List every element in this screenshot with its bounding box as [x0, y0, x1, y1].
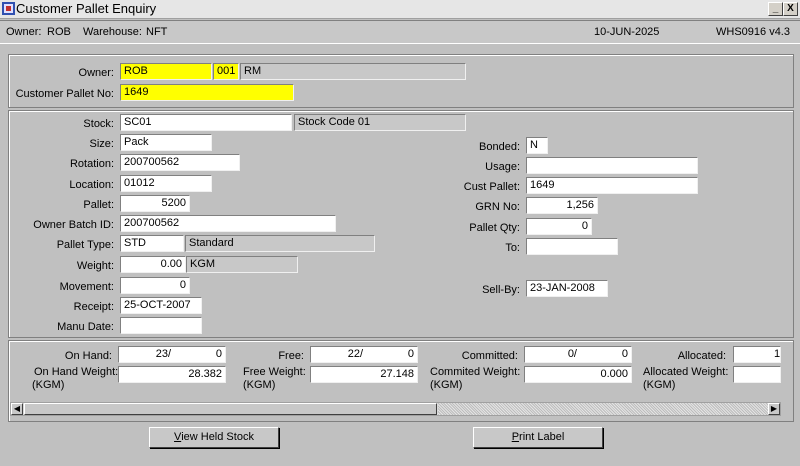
- size-label: Size:: [89, 138, 114, 150]
- owner-number-field[interactable]: 001: [213, 63, 239, 80]
- manu-date-label: Manu Date:: [57, 321, 114, 333]
- weight-unit-field: KGM: [186, 256, 298, 273]
- free-units: 22/: [347, 348, 363, 360]
- on-hand-weight-label: On Hand Weight: (KGM): [32, 366, 119, 392]
- close-button[interactable]: X: [783, 2, 798, 16]
- on-hand-remainder: 0: [215, 348, 222, 360]
- bonded-field[interactable]: N: [526, 137, 548, 154]
- scrollbar-track[interactable]: [438, 403, 768, 415]
- allocated-weight-label-line1: Allocated Weight:: [643, 366, 729, 378]
- pallet-type-field[interactable]: STD: [120, 235, 184, 252]
- owner-name-field: RM: [240, 63, 466, 80]
- app-icon: [2, 2, 15, 15]
- stock-label: Stock:: [83, 118, 114, 130]
- scroll-right-icon[interactable]: ▶: [768, 403, 780, 415]
- info-owner-label: Owner:: [6, 26, 42, 38]
- allocated-weight-label: Allocated Weight: (KGM): [643, 366, 728, 392]
- on-hand-field[interactable]: 23/ 0: [118, 346, 226, 363]
- free-weight-label: Free Weight: (KGM): [243, 366, 306, 392]
- scroll-left-icon[interactable]: ◀: [11, 403, 23, 415]
- horizontal-scrollbar[interactable]: ◀ ▶: [10, 402, 781, 416]
- pallet-label: Pallet:: [83, 199, 114, 211]
- location-label: Location:: [69, 179, 114, 191]
- view-held-stock-label: iew Held Stock: [181, 431, 254, 443]
- sell-by-label: Sell-By:: [482, 284, 520, 296]
- free-remainder: 0: [407, 348, 414, 360]
- committed-remainder: 0: [621, 348, 628, 360]
- print-label-button[interactable]: Print Label: [473, 427, 603, 448]
- allocated-field[interactable]: 1: [733, 346, 781, 363]
- owner-code-field[interactable]: ROB: [120, 63, 212, 80]
- title-bar: Customer Pallet Enquiry _ X: [0, 0, 800, 19]
- print-label-label: rint Label: [519, 431, 565, 443]
- on-hand-weight-field[interactable]: 28.382: [118, 366, 226, 383]
- rotation-field[interactable]: 200700562: [120, 154, 240, 171]
- location-field[interactable]: 01012: [120, 175, 212, 192]
- customer-pallet-field[interactable]: 1649: [120, 84, 294, 101]
- on-hand-weight-label-line1: On Hand Weight:: [34, 366, 119, 378]
- view-held-stock-button[interactable]: View Held Stock: [149, 427, 279, 448]
- grn-label: GRN No:: [475, 201, 520, 213]
- cust-pallet-label: Cust Pallet:: [463, 181, 520, 193]
- rotation-label: Rotation:: [69, 158, 114, 170]
- stock-description-field: Stock Code 01: [294, 114, 466, 131]
- info-warehouse: NFT: [146, 26, 168, 38]
- allocated-label: Allocated:: [677, 350, 726, 362]
- committed-weight-label: Commited Weight: (KGM): [430, 366, 520, 392]
- free-label: Free:: [278, 350, 304, 362]
- pallet-type-description-field: Standard: [185, 235, 375, 252]
- grn-field[interactable]: 1,256: [526, 197, 598, 214]
- committed-weight-label-line1: Commited Weight:: [430, 366, 521, 378]
- movement-label: Movement:: [59, 281, 114, 293]
- to-field[interactable]: [526, 238, 618, 255]
- committed-units: 0/: [567, 348, 577, 360]
- usage-field[interactable]: [526, 157, 698, 174]
- pallet-field[interactable]: 5200: [120, 195, 190, 212]
- scrollbar-thumb[interactable]: [24, 403, 437, 415]
- info-bar: Owner: ROB Warehouse: NFT 10-JUN-2025 WH…: [0, 20, 800, 44]
- pallet-qty-label: Pallet Qty:: [469, 222, 520, 234]
- free-weight-unit: (KGM): [243, 379, 276, 391]
- bonded-label: Bonded:: [479, 141, 520, 153]
- minimize-button[interactable]: _: [768, 2, 783, 16]
- manu-date-field[interactable]: [120, 317, 202, 334]
- print-label-mnemonic: P: [511, 431, 520, 443]
- owner-label: Owner:: [78, 67, 114, 79]
- usage-label: Usage:: [485, 161, 520, 173]
- committed-weight-unit: (KGM): [430, 379, 463, 391]
- free-weight-field[interactable]: 27.148: [310, 366, 418, 383]
- movement-field[interactable]: 0: [120, 277, 190, 294]
- customer-pallet-label: Customer Pallet No:: [15, 88, 114, 100]
- stock-field[interactable]: SC01: [120, 114, 292, 131]
- weight-label: Weight:: [76, 260, 114, 272]
- owner-batch-field[interactable]: 200700562: [120, 215, 336, 232]
- allocated-weight-field[interactable]: [733, 366, 781, 383]
- weight-field[interactable]: 0.00: [120, 256, 186, 273]
- owner-batch-label: Owner Batch ID:: [33, 219, 114, 231]
- cust-pallet-field[interactable]: 1649: [526, 177, 698, 194]
- info-date: 10-JUN-2025: [594, 26, 660, 38]
- sell-by-field[interactable]: 23-JAN-2008: [526, 280, 608, 297]
- allocated-units: 1: [774, 348, 781, 360]
- window-title: Customer Pallet Enquiry: [16, 1, 157, 16]
- info-version: WHS0916 v4.3: [716, 26, 790, 38]
- size-field[interactable]: Pack: [120, 134, 212, 151]
- info-warehouse-label: Warehouse:: [83, 26, 142, 38]
- committed-weight-field[interactable]: 0.000: [524, 366, 632, 383]
- receipt-label: Receipt:: [73, 301, 114, 313]
- on-hand-label: On Hand:: [64, 350, 112, 362]
- pallet-type-label: Pallet Type:: [56, 239, 114, 251]
- free-field[interactable]: 22/ 0: [310, 346, 418, 363]
- on-hand-units: 23/: [155, 348, 171, 360]
- receipt-field[interactable]: 25-OCT-2007: [120, 297, 202, 314]
- on-hand-weight-unit: (KGM): [32, 379, 65, 391]
- committed-field[interactable]: 0/ 0: [524, 346, 632, 363]
- pallet-qty-field[interactable]: 0: [526, 218, 592, 235]
- to-label: To:: [505, 242, 520, 254]
- allocated-weight-unit: (KGM): [643, 379, 676, 391]
- info-owner: ROB: [47, 26, 71, 38]
- free-weight-label-line1: Free Weight:: [243, 366, 306, 378]
- committed-label: Committed:: [461, 350, 518, 362]
